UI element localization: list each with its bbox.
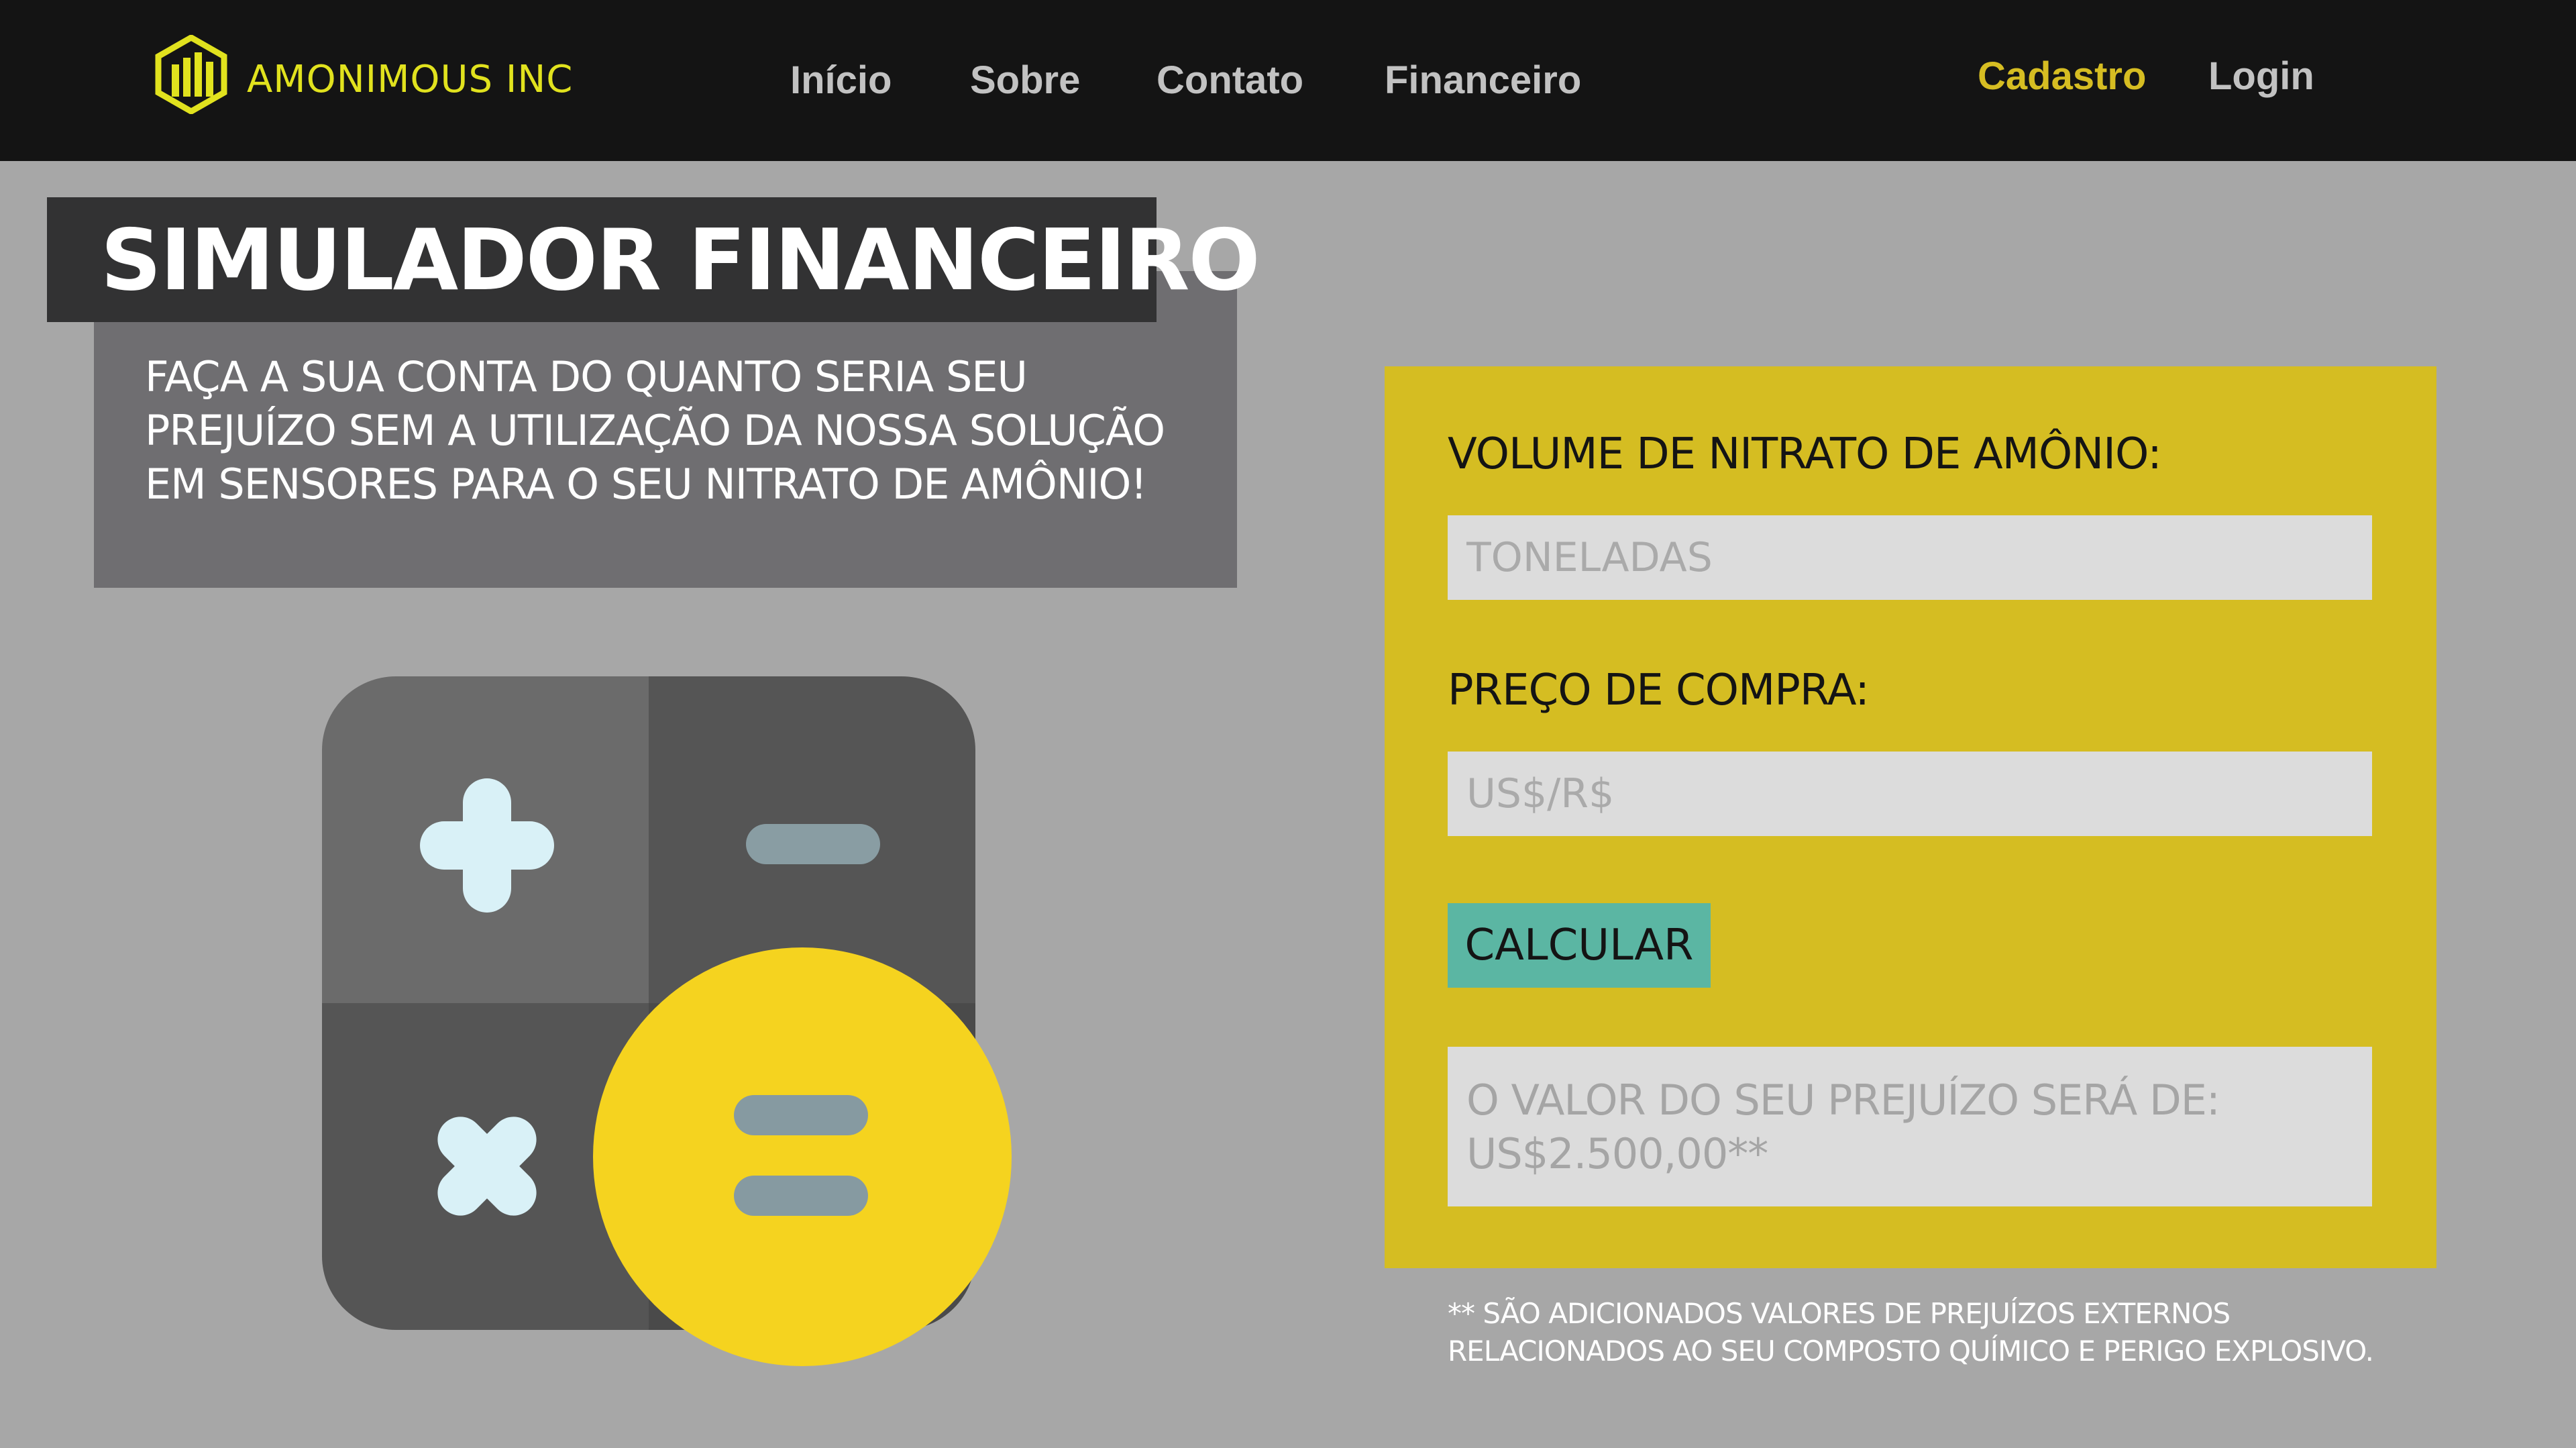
result-output: O VALOR DO SEU PREJUÍZO SERÁ DE: US$2.50… xyxy=(1448,1047,2372,1206)
calculator-icon xyxy=(322,676,1012,1366)
calculate-button[interactable]: CALCULAR xyxy=(1448,903,1711,988)
logo-icon[interactable] xyxy=(154,35,228,114)
price-input[interactable] xyxy=(1448,752,2372,836)
volume-input[interactable] xyxy=(1448,515,2372,600)
signup-link[interactable]: Cadastro xyxy=(1978,54,2146,99)
navbar: AMONIMOUS INC Início Sobre Contato Finan… xyxy=(0,0,2576,161)
price-label: PREÇO DE COMPRA: xyxy=(1448,666,1870,715)
nav-link-contato[interactable]: Contato xyxy=(1157,58,1303,103)
minus-icon xyxy=(746,824,880,864)
volume-label: VOLUME DE NITRATO DE AMÔNIO: xyxy=(1448,429,2162,479)
login-link[interactable]: Login xyxy=(2208,54,2314,99)
nav-link-financeiro[interactable]: Financeiro xyxy=(1385,58,1581,103)
nav-link-inicio[interactable]: Início xyxy=(790,58,892,103)
equals-circle xyxy=(593,947,1012,1366)
page-description: FAÇA A SUA CONTA DO QUANTO SERIA SEU PRE… xyxy=(145,352,1165,509)
brand-name[interactable]: AMONIMOUS INC xyxy=(247,58,573,101)
page-title: SIMULADOR FINANCEIRO xyxy=(101,211,1260,309)
nav-link-sobre[interactable]: Sobre xyxy=(970,58,1080,103)
footnote: ** SÃO ADICIONADOS VALORES DE PREJUÍZOS … xyxy=(1448,1297,2374,1367)
